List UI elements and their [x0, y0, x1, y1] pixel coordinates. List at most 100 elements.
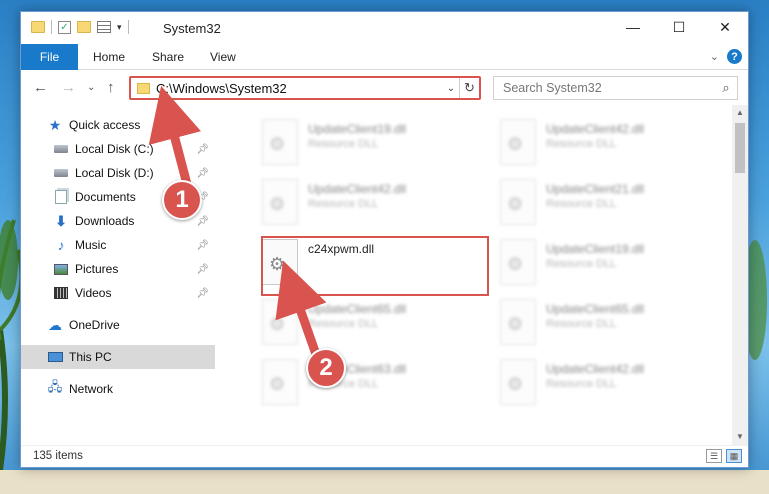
- nav-item-music[interactable]: ♪ Music 📌︎: [21, 233, 215, 257]
- file-type: Resource DLL: [546, 198, 617, 210]
- file-name: UpdateClient21.dll: [546, 182, 645, 196]
- network-icon: 🖧︎: [47, 379, 63, 394]
- nav-item-label: Pictures: [75, 262, 119, 276]
- file-type: Resource DLL: [546, 378, 617, 390]
- nav-item-label: Videos: [75, 286, 112, 300]
- details-view-icon[interactable]: ☰: [706, 449, 722, 463]
- videos-icon: [53, 286, 69, 300]
- pin-icon[interactable]: 📌︎: [196, 144, 209, 155]
- file-item[interactable]: ⚙ UpdateClient65.dll Resource DLL: [500, 299, 730, 355]
- pin-icon[interactable]: 📌︎: [196, 264, 209, 275]
- file-name: UpdateClient19.dll: [546, 242, 645, 256]
- nav-item-videos[interactable]: Videos 📌︎: [21, 281, 215, 305]
- customize-toolbar-chevron-icon[interactable]: ▾: [117, 22, 122, 33]
- maximize-button[interactable]: ☐: [656, 12, 702, 42]
- search-box[interactable]: Search System32 ⌕: [493, 76, 738, 100]
- dll-file-icon: ⚙: [262, 299, 298, 345]
- nav-item-network[interactable]: 🖧︎ Network: [21, 377, 215, 401]
- item-count: 135 items: [33, 450, 83, 462]
- drive-icon: [53, 166, 69, 180]
- file-item[interactable]: ⚙ UpdateClient21.dll Resource DLL: [500, 179, 730, 235]
- navigation-bar: ← → ⌄ ↑ C:\Windows\System32 ⌄ ↻ Search S…: [21, 71, 748, 105]
- close-icon: ✕: [719, 18, 731, 35]
- properties-check-icon[interactable]: ✓: [58, 20, 71, 34]
- toolbar-divider: [51, 20, 52, 34]
- pin-icon[interactable]: 📌︎: [196, 216, 209, 227]
- forward-arrow-icon[interactable]: →: [61, 79, 76, 96]
- search-icon[interactable]: ⌕: [715, 80, 737, 96]
- dll-file-icon: ⚙: [500, 179, 536, 225]
- nav-item-label: Local Disk (D:): [75, 166, 154, 180]
- nav-item-label: Music: [75, 238, 107, 252]
- window-title: System32: [163, 21, 221, 36]
- minimize-button[interactable]: —: [610, 12, 656, 42]
- file-item[interactable]: ⚙ UpdateClient63.dll Resource DLL: [262, 359, 492, 415]
- file-type: Resource DLL: [308, 198, 379, 210]
- help-icon[interactable]: ?: [727, 49, 742, 64]
- nav-item-this-pc[interactable]: This PC: [21, 345, 215, 369]
- nav-item-pictures[interactable]: Pictures 📌︎: [21, 257, 215, 281]
- file-name: UpdateClient65.dll: [546, 302, 645, 316]
- folder-icon: [31, 21, 45, 33]
- close-button[interactable]: ✕: [702, 12, 748, 42]
- expand-ribbon-chevron-icon[interactable]: ⌄: [710, 50, 719, 63]
- scroll-down-arrow-icon[interactable]: ▼: [732, 429, 748, 445]
- large-icons-view-icon[interactable]: ▦: [726, 449, 742, 463]
- step-badge-2: 2: [306, 348, 346, 388]
- file-type: Resource DLL: [546, 318, 617, 330]
- ribbon-tabs: File Home Share View ⌄ ?: [21, 44, 748, 70]
- nav-item-label: Local Disk (C:): [75, 142, 154, 156]
- file-item[interactable]: ⚙ UpdateClient19.dll Resource DLL: [500, 239, 730, 295]
- file-item[interactable]: ⚙ UpdateClient42.dll Resource DLL: [500, 119, 730, 175]
- refresh-icon[interactable]: ↻: [459, 78, 479, 98]
- pin-icon[interactable]: 📌︎: [196, 240, 209, 251]
- address-dropdown-chevron-icon[interactable]: ⌄: [443, 83, 459, 94]
- dll-file-icon: ⚙: [262, 359, 298, 405]
- nav-item-label: This PC: [69, 350, 112, 364]
- view-toggle: ☰ ▦: [706, 449, 742, 463]
- dll-file-icon: ⚙: [500, 239, 536, 285]
- file-type: Resource DLL: [546, 258, 617, 270]
- tab-file[interactable]: File: [21, 44, 78, 70]
- file-item[interactable]: ⚙ UpdateClient19.dll Resource DLL: [262, 119, 492, 175]
- nav-item-quick-access[interactable]: ★ Quick access: [21, 113, 215, 137]
- file-item[interactable]: ⚙ UpdateClient42.dll Resource DLL: [500, 359, 730, 415]
- file-item[interactable]: ⚙ UpdateClient42.dll Resource DLL: [262, 179, 492, 235]
- scroll-thumb[interactable]: [735, 123, 745, 173]
- view-properties-icon[interactable]: [97, 21, 111, 33]
- nav-item-local-disk-c[interactable]: Local Disk (C:) 📌︎: [21, 137, 215, 161]
- tab-home[interactable]: Home: [93, 44, 125, 70]
- recent-locations-chevron-icon[interactable]: ⌄: [87, 82, 95, 93]
- file-name: UpdateClient19.dll: [308, 122, 407, 136]
- dll-file-icon: ⚙: [262, 119, 298, 165]
- maximize-icon: ☐: [672, 18, 686, 35]
- pin-icon[interactable]: 📌︎: [196, 288, 209, 299]
- new-folder-icon[interactable]: [77, 21, 91, 33]
- up-arrow-icon[interactable]: ↑: [107, 79, 115, 96]
- address-path[interactable]: C:\Windows\System32: [156, 81, 443, 96]
- nav-item-label: Downloads: [75, 214, 135, 228]
- dll-file-icon: ⚙: [262, 179, 298, 225]
- tab-share[interactable]: Share: [152, 44, 184, 70]
- scroll-up-arrow-icon[interactable]: ▲: [732, 105, 748, 121]
- vertical-scrollbar[interactable]: ▲ ▼: [732, 105, 748, 445]
- file-name: UpdateClient65.dll: [308, 302, 407, 316]
- back-arrow-icon[interactable]: ←: [33, 79, 48, 96]
- file-item[interactable]: ⚙ UpdateClient65.dll Resource DLL: [262, 299, 492, 355]
- address-bar[interactable]: C:\Windows\System32 ⌄ ↻: [129, 76, 481, 100]
- file-explorer-window: ✓ ▾ System32 — ☐ ✕ File Home Share View …: [20, 11, 749, 468]
- search-input[interactable]: Search System32: [503, 81, 715, 95]
- file-name: UpdateClient42.dll: [546, 122, 645, 136]
- toolbar-divider: [127, 20, 129, 34]
- file-type: Resource DLL: [546, 138, 617, 150]
- folder-icon: [137, 82, 150, 94]
- dll-file-icon: ⚙: [500, 119, 536, 165]
- tab-view[interactable]: View: [210, 44, 236, 70]
- dll-file-icon: ⚙: [500, 299, 536, 345]
- documents-icon: [53, 190, 69, 204]
- nav-item-onedrive[interactable]: ☁ OneDrive: [21, 313, 215, 337]
- pin-icon[interactable]: 📌︎: [196, 168, 209, 179]
- quick-access-star-icon: ★: [48, 116, 62, 133]
- file-type: Resource DLL: [308, 138, 379, 150]
- music-icon: ♪: [57, 237, 65, 253]
